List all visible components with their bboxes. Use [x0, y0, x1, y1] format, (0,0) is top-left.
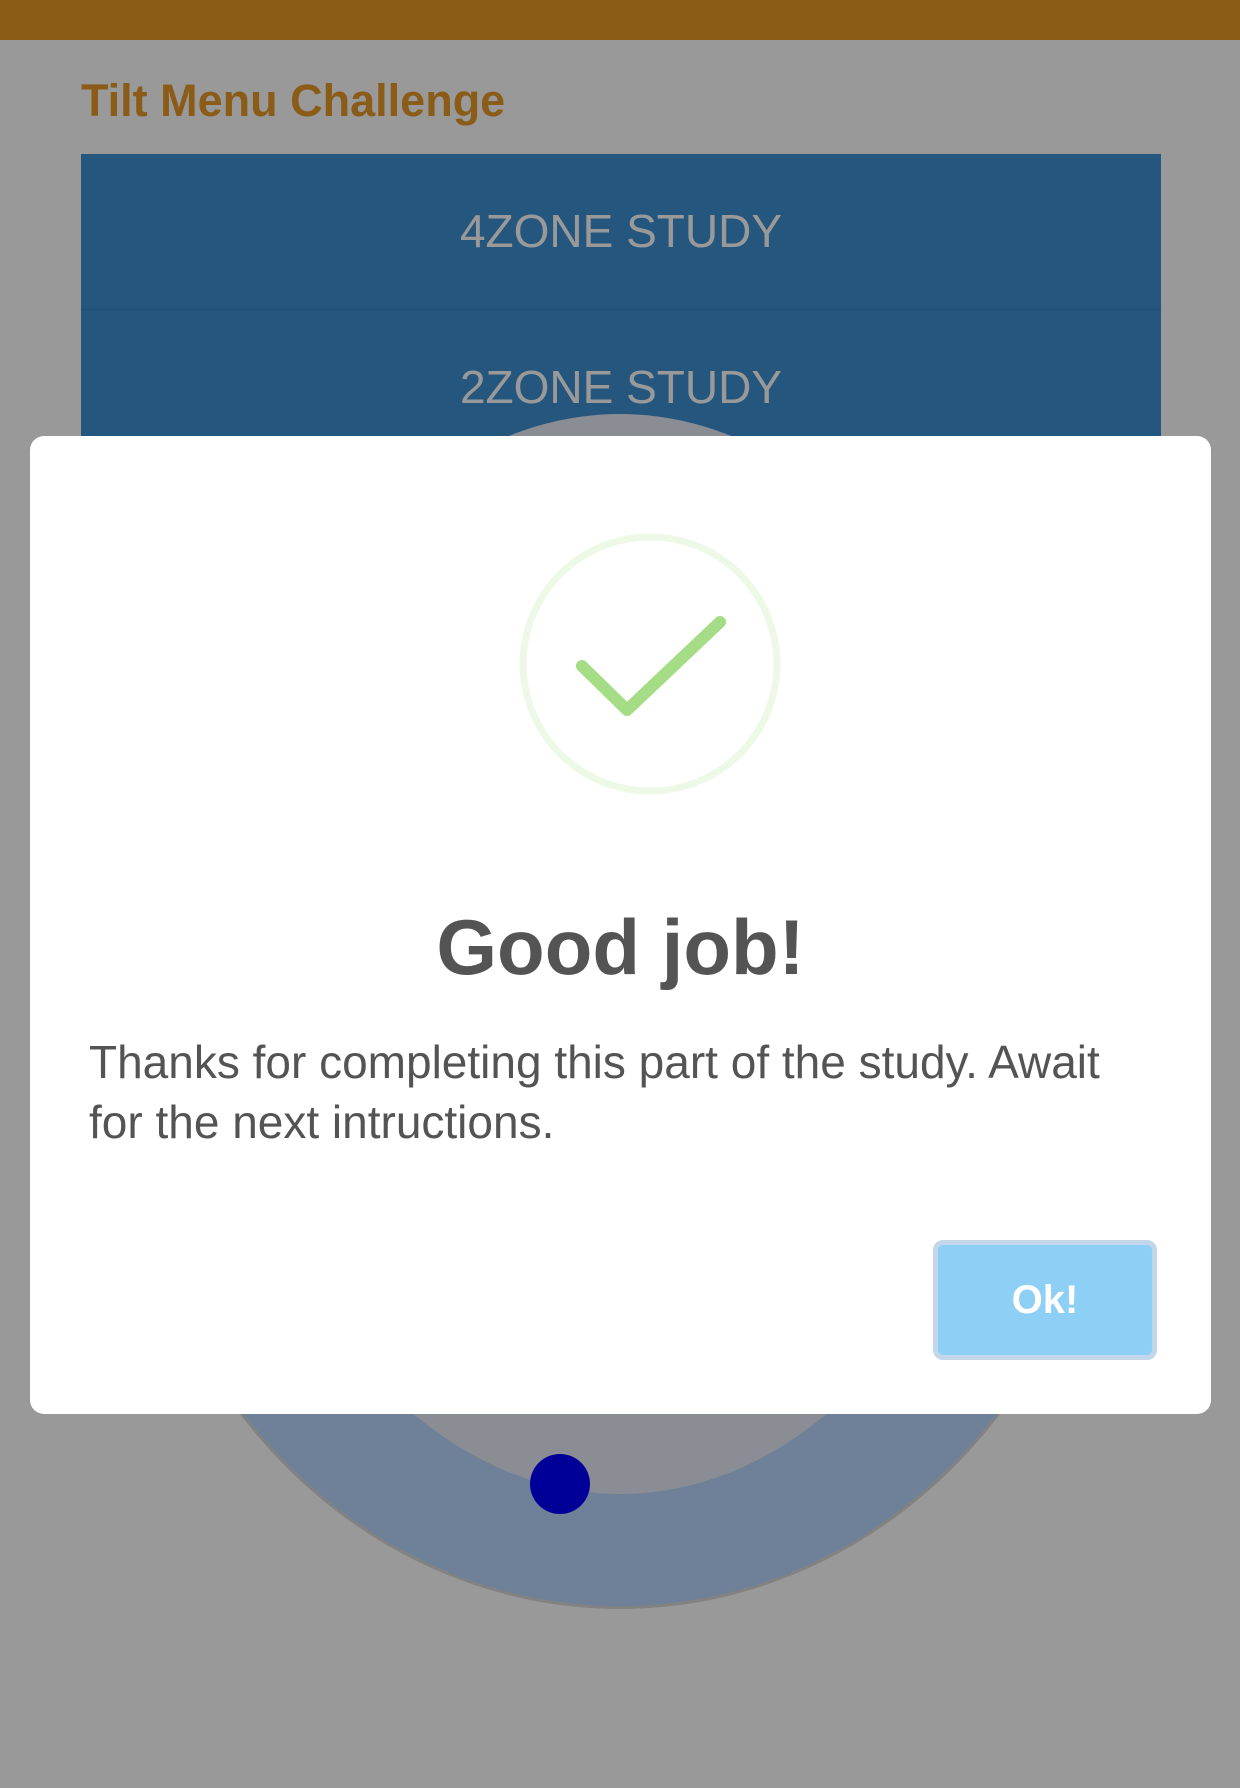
- ok-button[interactable]: Ok!: [933, 1240, 1157, 1360]
- success-dialog: Good job! Thanks for completing this par…: [30, 436, 1211, 1414]
- checkmark-success-icon: [519, 533, 781, 795]
- dialog-title: Good job!: [436, 903, 805, 991]
- dialog-message: Thanks for completing this part of the s…: [89, 1036, 1100, 1148]
